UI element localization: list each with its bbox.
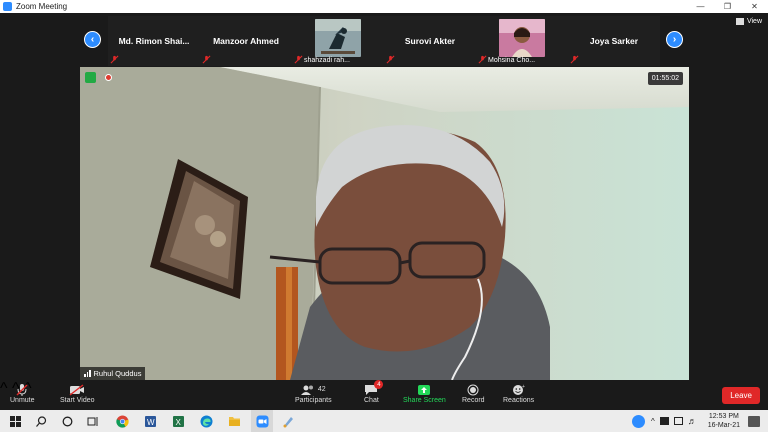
windows-taskbar: W X ^ ♬ 12:53 PM 16-Mar-21	[0, 410, 768, 432]
zoom-app-icon	[3, 2, 12, 11]
grid-icon	[735, 18, 744, 25]
record-button[interactable]: Record	[462, 382, 485, 404]
participant-name: Manzoor Ahmed	[213, 36, 279, 46]
reactions-button[interactable]: + Reactions	[503, 382, 535, 405]
svg-text:W: W	[147, 418, 155, 427]
edge-icon[interactable]	[199, 414, 213, 428]
participants-icon	[300, 385, 313, 395]
action-center-icon[interactable]	[748, 415, 760, 427]
task-view-icon[interactable]	[86, 414, 100, 428]
audio-options-caret-icon[interactable]: ^	[0, 380, 8, 397]
reactions-label: Reactions	[503, 397, 535, 404]
meeting-timer: 01:55:02	[647, 72, 683, 85]
active-speaker-video: 01:55:02 Ruhul Quddus	[80, 67, 689, 380]
participant-tile[interactable]: Manzoor Ahmed	[200, 16, 292, 66]
leave-meeting-button[interactable]: Leave	[722, 387, 760, 404]
minimize-button[interactable]: —	[687, 0, 714, 13]
participant-tile[interactable]: Joya Sarker	[568, 16, 660, 66]
muted-mic-icon	[570, 55, 579, 64]
speaker-name-tag: Ruhul Quddus	[80, 367, 146, 380]
video-off-icon	[69, 383, 85, 396]
participant-tile[interactable]: Mohsina Cho...	[476, 16, 568, 66]
show-hidden-icons-chevron-icon[interactable]: ^	[651, 417, 655, 426]
participants-button[interactable]: 42 Participants	[295, 382, 332, 404]
battery-icon[interactable]	[659, 417, 669, 425]
participant-thumbnail-bird	[315, 19, 361, 57]
view-button[interactable]: View	[735, 18, 762, 25]
gallery-prev-button[interactable]: ‹	[84, 31, 101, 48]
participant-tile[interactable]: Surovi Akter	[384, 16, 476, 66]
window-controls: — ❐ ✕	[687, 0, 768, 13]
participant-name: Joya Sarker	[589, 36, 639, 46]
chrome-icon[interactable]	[115, 414, 129, 428]
gallery-next-button[interactable]: ›	[666, 31, 683, 48]
windows-start-icon[interactable]	[8, 414, 22, 428]
muted-mic-icon	[202, 55, 211, 64]
chat-button[interactable]: 4 Chat	[364, 380, 384, 404]
network-icon[interactable]	[673, 417, 683, 425]
participant-label: Mohsina Cho...	[488, 57, 536, 64]
gallery-strip: ‹ Md. Rimon Shai... Manzoor Ahmed shahza…	[0, 13, 768, 67]
reactions-icon: +	[513, 384, 525, 395]
recording-indicator-icon	[105, 74, 112, 81]
record-icon	[467, 384, 479, 395]
speaker-video-frame	[80, 67, 689, 380]
share-screen-icon	[418, 384, 431, 395]
record-label: Record	[462, 397, 485, 404]
participants-label: Participants	[295, 397, 332, 404]
speaker-name: Ruhul Quddus	[93, 369, 142, 378]
zoom-window: Zoom Meeting — ❐ ✕ ‹ Md. Rimon Shai... M…	[0, 0, 768, 432]
muted-mic-icon	[386, 55, 395, 64]
system-tray: ^ ♬ 12:53 PM 16-Mar-21	[631, 410, 768, 432]
muted-mic-icon	[110, 55, 119, 64]
title-bar: Zoom Meeting — ❐ ✕	[0, 0, 768, 13]
help-icon[interactable]	[631, 414, 645, 428]
muted-microphone-icon	[16, 383, 28, 396]
start-video-label: Start Video	[60, 397, 95, 404]
svg-text:X: X	[175, 418, 181, 427]
participant-label: shahzadi rah...	[304, 57, 350, 64]
svg-text:+: +	[522, 384, 525, 390]
encryption-shield-icon[interactable]	[85, 72, 96, 83]
signal-strength-icon	[84, 370, 91, 377]
share-screen-label: Share Screen	[403, 397, 446, 404]
chat-label: Chat	[364, 397, 379, 404]
maximize-button[interactable]: ❐	[714, 0, 741, 13]
chat-badge: 4	[374, 380, 384, 389]
excel-icon[interactable]: X	[171, 414, 185, 428]
volume-icon[interactable]: ♬	[688, 416, 697, 426]
clock-time: 12:53 PM	[708, 413, 739, 420]
window-title: Zoom Meeting	[16, 2, 68, 11]
participants-count: 42	[317, 386, 326, 393]
participant-tile[interactable]: shahzadi rah...	[292, 16, 384, 66]
zoom-taskbar-icon[interactable]	[255, 414, 269, 428]
muted-mic-icon	[294, 55, 303, 64]
meeting-toolbar: Unmute ^ Start Video ^ 42 Participants ^…	[0, 380, 768, 410]
clock-date: 16-Mar-21	[707, 422, 740, 429]
taskbar-clock[interactable]: 12:53 PM 16-Mar-21	[708, 412, 740, 430]
view-label: View	[746, 18, 762, 25]
participant-tile[interactable]: Md. Rimon Shai...	[108, 16, 200, 66]
cortana-icon[interactable]	[60, 414, 74, 428]
unmute-label: Unmute	[10, 397, 35, 404]
unmute-button[interactable]: Unmute	[10, 382, 35, 404]
participant-name: Surovi Akter	[404, 36, 456, 46]
search-icon[interactable]	[34, 414, 48, 428]
muted-mic-icon	[478, 55, 487, 64]
start-video-button[interactable]: Start Video	[60, 382, 95, 404]
participant-thumbnail-person	[499, 19, 545, 57]
word-icon[interactable]: W	[143, 414, 157, 428]
participant-name: Md. Rimon Shai...	[118, 36, 190, 46]
share-screen-button[interactable]: Share Screen	[403, 382, 446, 404]
close-button[interactable]: ✕	[741, 0, 768, 13]
paint-app-icon[interactable]	[281, 414, 295, 428]
file-explorer-icon[interactable]	[227, 414, 241, 428]
